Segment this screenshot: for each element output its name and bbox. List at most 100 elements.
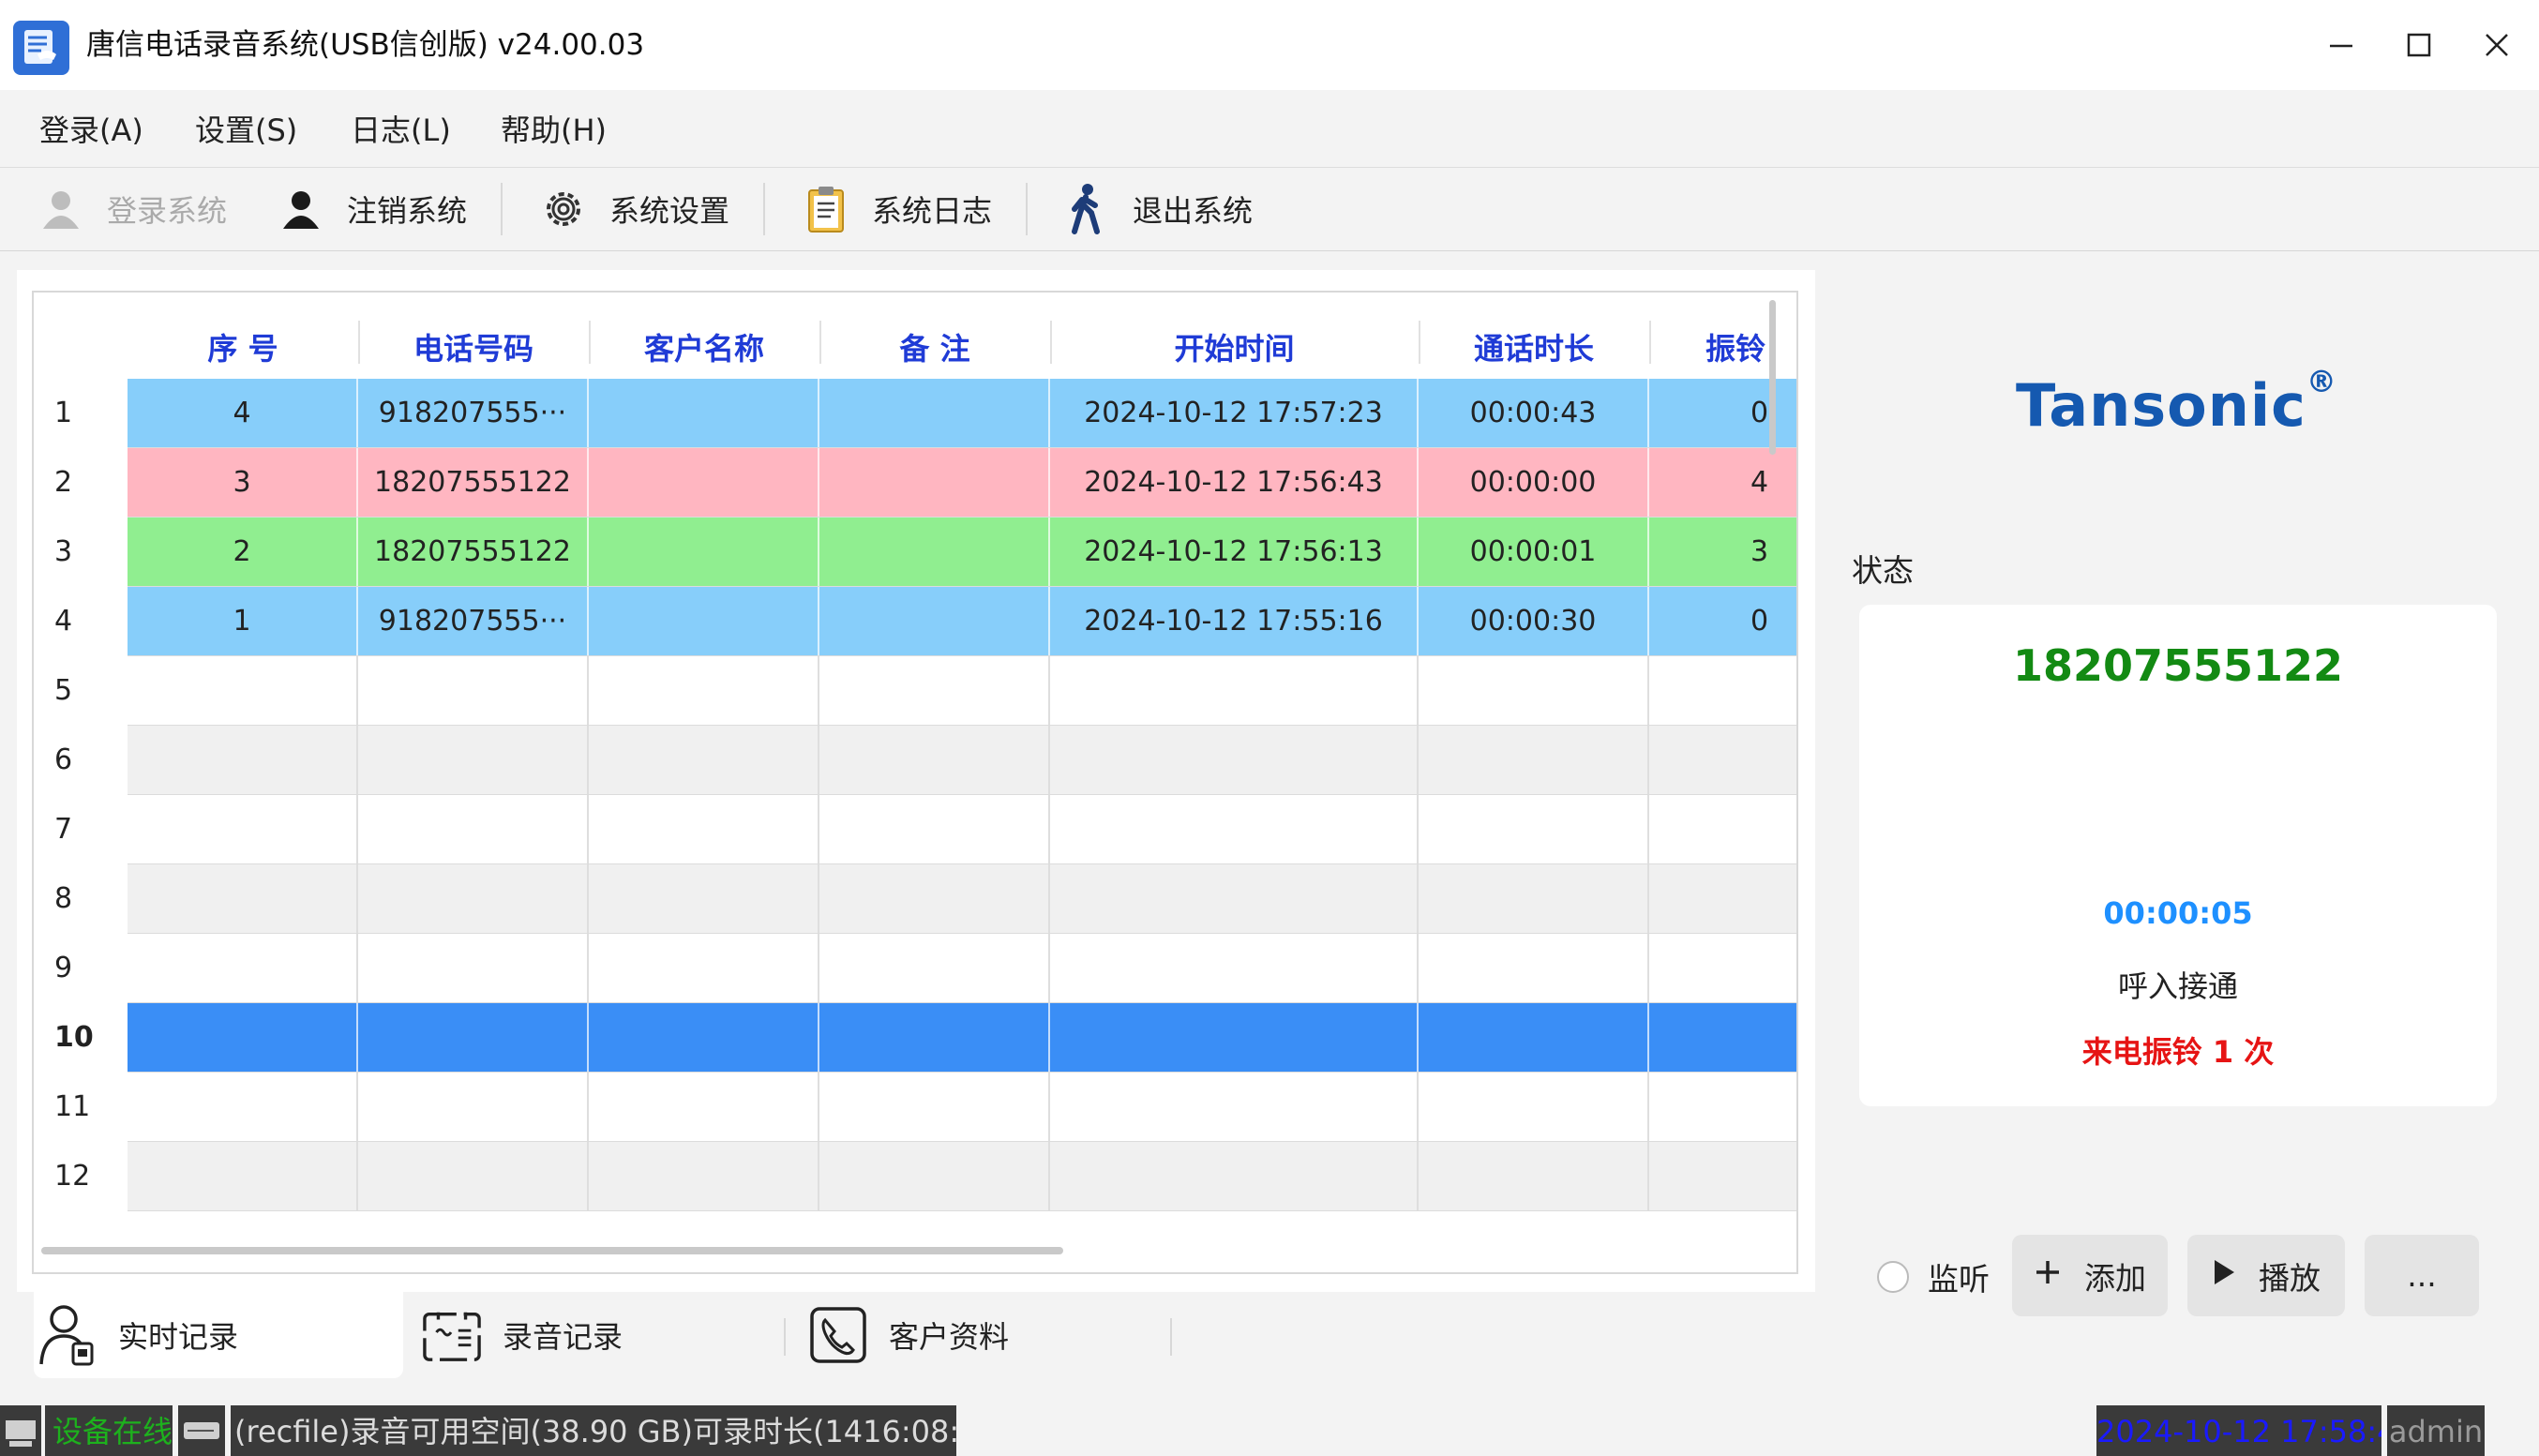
table-row[interactable] (128, 864, 1796, 933)
current-datetime: 2024-10-12 17:58:42 (2096, 1405, 2381, 1456)
cell-note (819, 1142, 1050, 1210)
registered-mark: ® (2306, 364, 2337, 400)
exit-system-button[interactable]: 退出系统 (1063, 168, 1253, 250)
cell-ring: 3 (1649, 518, 1796, 586)
table-row[interactable] (128, 795, 1796, 863)
add-button[interactable]: 添加 (2012, 1235, 2168, 1316)
cell-note (819, 1003, 1050, 1072)
cell-phone (358, 934, 589, 1002)
cell-start (1050, 1142, 1419, 1210)
column-header-note[interactable]: 备 注 (819, 313, 1050, 379)
cell-ring (1649, 1142, 1796, 1210)
close-button[interactable] (2467, 15, 2527, 75)
column-header-customer[interactable]: 客户名称 (589, 313, 819, 379)
person-phone-icon (38, 1305, 98, 1366)
cell-duration (1419, 795, 1649, 863)
toolbar-separator (763, 183, 765, 235)
monitor-toggle[interactable]: 监听 (1877, 1254, 1990, 1299)
system-settings-button[interactable]: 系统设置 (540, 168, 729, 250)
toolbar-separator (501, 183, 503, 235)
cell-seq (128, 1142, 358, 1210)
cell-ring (1649, 934, 1796, 1002)
tab-customer-label: 客户资料 (889, 1319, 1010, 1355)
column-header-duration[interactable]: 通话时长 (1419, 313, 1649, 379)
call-state: 呼入接通 (2117, 968, 2238, 1004)
cell-phone: 18207555122 (358, 448, 589, 517)
maximize-icon (2407, 33, 2431, 57)
more-button[interactable]: ... (2365, 1235, 2479, 1316)
table-row[interactable] (128, 1142, 1796, 1210)
cell-seq (128, 656, 358, 725)
table-row[interactable]: 1 918207555··· 2024-10-12 17:55:16 00:00:30… (128, 587, 1796, 655)
cell-duration: 00:00:00 (1419, 448, 1649, 517)
tab-customer-info[interactable]: 客户资料 (808, 1292, 1146, 1378)
cell-note (819, 518, 1050, 586)
table-row[interactable] (128, 726, 1796, 794)
table-row[interactable]: 3 18207555122 2024-10-12 17:56:43 00:00:00 4 (128, 448, 1796, 517)
brand-name: Tansonic (2016, 371, 2306, 440)
menu-help[interactable]: 帮助(H) (501, 90, 607, 167)
login-system-button[interactable]: 登录系统 (38, 168, 227, 250)
disk-space-info: (recfile)录音可用空间(38.90 GB)可录时长(1416:08:56… (231, 1405, 956, 1456)
logout-system-label: 注销系统 (347, 193, 468, 229)
cell-ring: 0 (1649, 379, 1796, 447)
logout-system-button[interactable]: 注销系统 (278, 168, 467, 250)
cell-seq: 3 (128, 448, 358, 517)
column-header-seq[interactable]: 序 号 (128, 313, 358, 379)
title-bar: 唐信电话录音系统(USB信创版) v24.00.03 (0, 0, 2539, 90)
cell-duration (1419, 934, 1649, 1002)
cell-phone: 918207555··· (358, 587, 589, 655)
cell-note (819, 448, 1050, 517)
play-icon (2212, 1257, 2236, 1294)
maximize-button[interactable] (2389, 15, 2449, 75)
cell-duration: 00:00:01 (1419, 518, 1649, 586)
monitor-checkbox[interactable] (1877, 1261, 1909, 1293)
table-row[interactable] (128, 934, 1796, 1002)
monitor-label: 监听 (1928, 1261, 1990, 1298)
vertical-scrollbar[interactable] (1769, 300, 1776, 455)
tab-recording-records[interactable]: 录音记录 (422, 1292, 759, 1378)
cell-duration (1419, 1142, 1649, 1210)
table-row[interactable]: 2 18207555122 2024-10-12 17:56:13 00:00:01 3 (128, 518, 1796, 586)
cell-start (1050, 864, 1419, 933)
minimize-button[interactable] (2311, 15, 2371, 75)
row-divider (128, 1210, 1796, 1211)
horizontal-scrollbar[interactable] (41, 1247, 1063, 1254)
tab-realtime-label: 实时记录 (118, 1319, 239, 1355)
play-button[interactable]: 播放 (2187, 1235, 2345, 1316)
table-row[interactable] (128, 656, 1796, 725)
table-row[interactable] (128, 1073, 1796, 1141)
cell-customer (589, 1003, 819, 1072)
menu-log[interactable]: 日志(L) (351, 90, 451, 167)
cell-phone (358, 795, 589, 863)
system-log-button[interactable]: 系统日志 (803, 168, 992, 250)
cell-duration (1419, 864, 1649, 933)
column-header-ring[interactable]: 振铃 (1649, 313, 1796, 379)
toolbar: 登录系统 注销系统 系统设置 系统日志 退出系统 (0, 167, 2539, 251)
gear-icon (540, 186, 587, 233)
column-header-phone[interactable]: 电话号码 (358, 313, 589, 379)
cell-note (819, 934, 1050, 1002)
menu-bar: 登录(A) 设置(S) 日志(L) 帮助(H) (0, 90, 2539, 167)
tab-recording-label: 录音记录 (503, 1319, 623, 1355)
cell-start: 2024-10-12 17:55:16 (1050, 587, 1419, 655)
tab-separator (1170, 1318, 1172, 1356)
cell-duration (1419, 1003, 1649, 1072)
status-label: 状态 (1852, 552, 1914, 589)
login-system-label: 登录系统 (107, 193, 228, 229)
menu-settings[interactable]: 设置(S) (195, 90, 297, 167)
cell-ring (1649, 864, 1796, 933)
column-header-start-time[interactable]: 开始时间 (1050, 313, 1419, 379)
tab-realtime-records[interactable]: 实时记录 (34, 1292, 403, 1378)
menu-login[interactable]: 登录(A) (39, 90, 143, 167)
table-row[interactable]: 4 918207555··· 2024-10-12 17:57:23 00:00:43… (128, 379, 1796, 447)
status-panel: 18207555122 00:00:05 呼入接通 来电振铃 1 次 (1859, 605, 2497, 1106)
table-row[interactable] (128, 1003, 1796, 1072)
cell-note (819, 864, 1050, 933)
device-status: 设备在线 (45, 1405, 173, 1456)
cell-seq: 4 (128, 379, 358, 447)
cell-customer (589, 518, 819, 586)
cell-customer (589, 795, 819, 863)
cell-customer (589, 726, 819, 794)
cell-phone: 18207555122 (358, 518, 589, 586)
